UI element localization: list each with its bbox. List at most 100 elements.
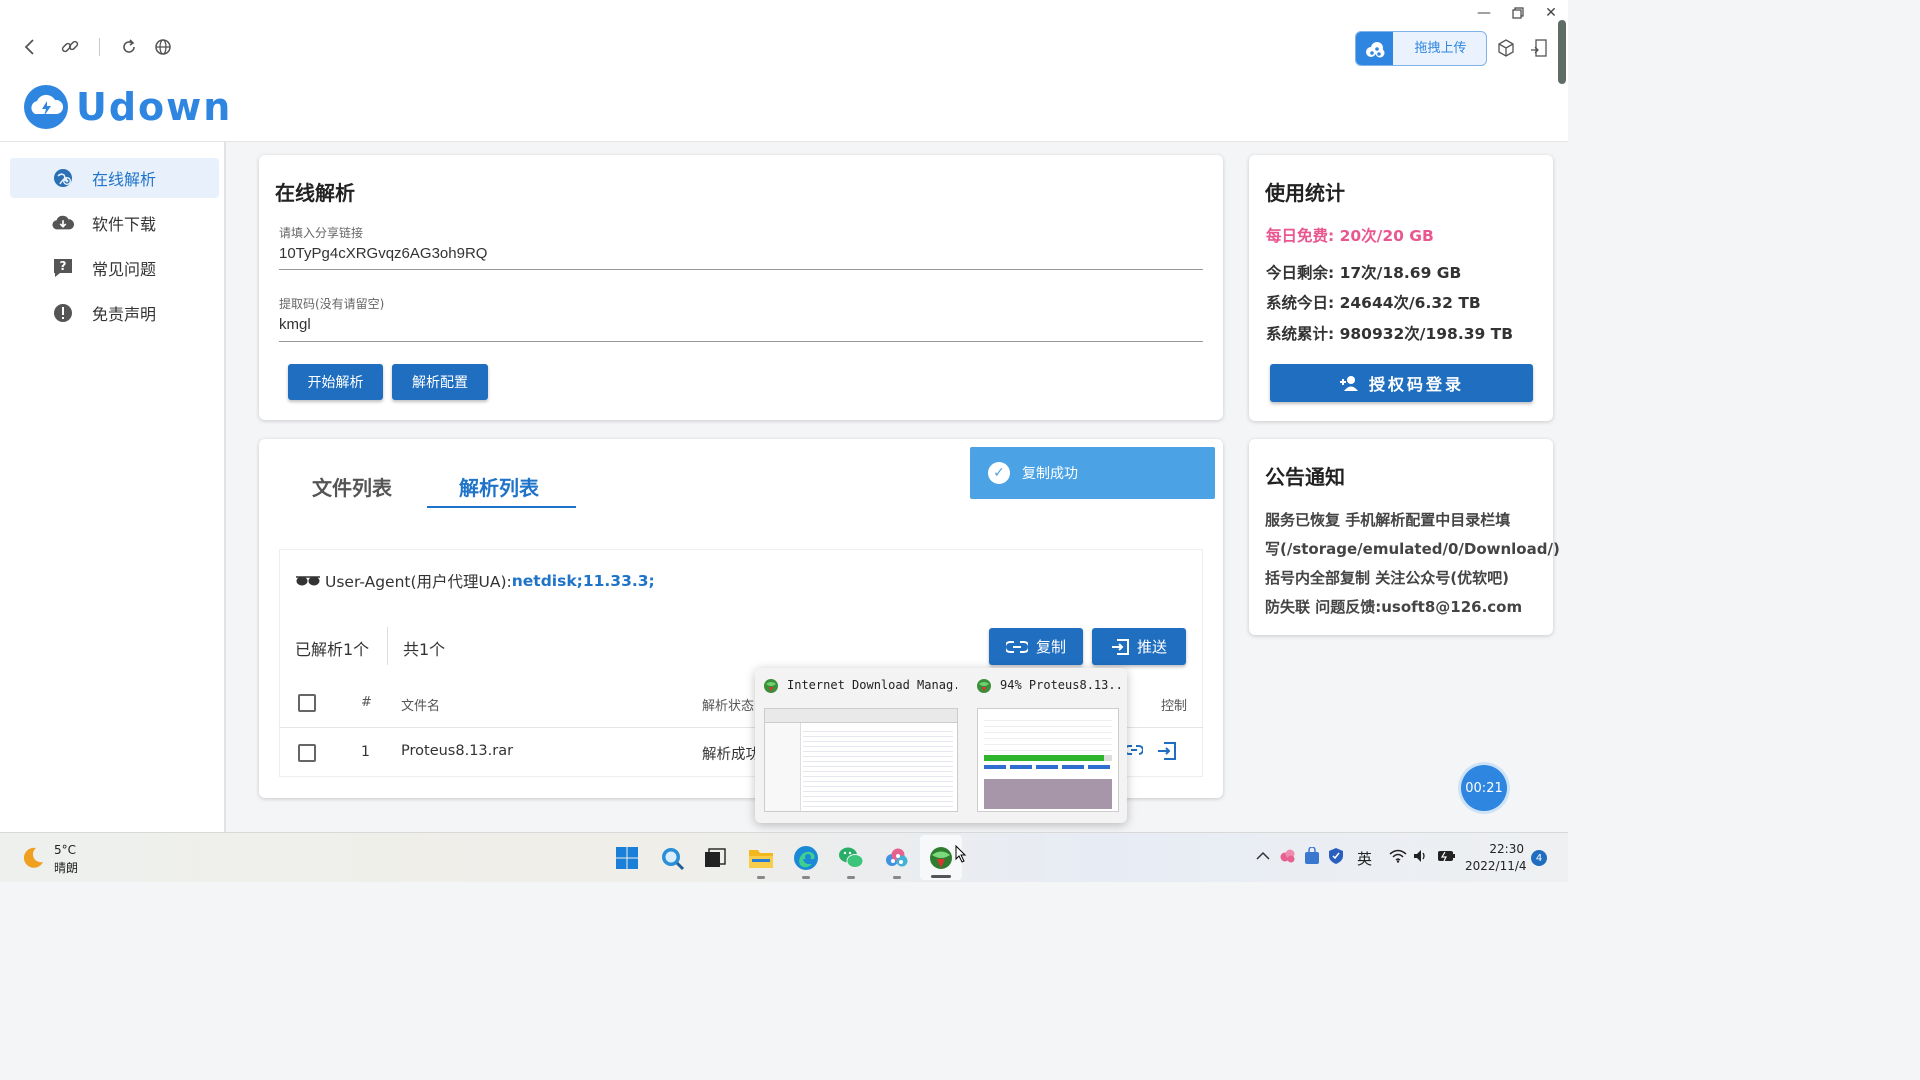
copy-success-toast: ✓ 复制成功 <box>970 447 1215 499</box>
copy-button[interactable]: 复制 <box>989 628 1083 665</box>
globe-refresh-icon <box>52 167 74 189</box>
notification-badge[interactable]: 4 <box>1531 850 1547 866</box>
exit-icon[interactable] <box>1527 36 1551 60</box>
push-icon <box>1111 638 1129 655</box>
parsed-count: 已解析1个 <box>295 640 370 659</box>
preview-window1-title[interactable]: Internet Download Manag... <box>787 678 957 692</box>
tab-parse-list[interactable]: 解析列表 <box>459 472 539 501</box>
weather-temp[interactable]: 5°C <box>54 843 76 857</box>
auth-login-button[interactable]: 授权码登录 <box>1270 364 1533 402</box>
row-push-icon[interactable] <box>1157 741 1177 765</box>
clock-time[interactable]: 22:30 <box>1470 842 1524 856</box>
file-explorer-icon[interactable] <box>748 845 774 871</box>
restore-icon[interactable] <box>1506 2 1530 24</box>
windows-start-icon[interactable] <box>614 845 640 871</box>
thumb-connections <box>984 779 1112 809</box>
check-icon: ✓ <box>988 462 1010 484</box>
tray-app-icon[interactable] <box>1279 847 1297 869</box>
push-button[interactable]: 推送 <box>1092 628 1186 665</box>
sidebar-item-faq[interactable]: ? 常见问题 <box>10 248 219 288</box>
system-today-text: 系统今日: 24644次/6.32 TB <box>1266 294 1481 312</box>
globe-icon[interactable] <box>151 35 175 59</box>
idm-icon <box>976 678 992 694</box>
sidebar-item-label: 软件下载 <box>92 215 157 234</box>
active-tab-indicator <box>427 506 576 508</box>
sidebar-item-online-parse[interactable]: 在线解析 <box>10 158 219 198</box>
notice-line: 防失联 问题反馈:usoft8@126.com <box>1265 598 1523 616</box>
idm-icon <box>763 678 779 694</box>
share-link-input[interactable] <box>279 242 1199 264</box>
wifi-icon[interactable] <box>1389 849 1407 867</box>
udown-taskbar-icon[interactable] <box>884 845 910 871</box>
task-view-icon[interactable] <box>702 845 728 871</box>
question-icon: ? <box>52 257 74 279</box>
notice-card: 公告通知 服务已恢复 手机解析配置中目录栏填 写(/storage/emulat… <box>1249 439 1560 635</box>
daily-free-text: 每日免费: 20次/20 GB <box>1266 227 1434 245</box>
idm-icon <box>928 845 954 875</box>
logo: Udown <box>22 82 232 132</box>
sidebar-item-software-download[interactable]: 软件下载 <box>10 203 219 243</box>
count-divider <box>387 627 388 665</box>
download-progress-thumbnail[interactable] <box>977 708 1119 812</box>
parse-config-button[interactable]: 解析配置 <box>392 364 488 400</box>
ime-indicator[interactable]: 英 <box>1357 848 1372 869</box>
column-filename: 文件名 <box>401 699 441 714</box>
chevron-up-icon[interactable] <box>1256 850 1270 865</box>
today-remaining-text: 今日剩余: 17次/18.69 GB <box>1266 264 1462 282</box>
auth-login-label: 授权码登录 <box>1368 375 1464 394</box>
sidebar: 在线解析 软件下载 ? 常见问题 免责声明 <box>0 142 226 832</box>
timer-badge[interactable]: 00:21 <box>1461 765 1507 811</box>
notice-line: 服务已恢复 手机解析配置中目录栏填 <box>1265 511 1511 529</box>
preview-window2-title[interactable]: 94% Proteus8.13... <box>1000 678 1122 692</box>
thumb-list <box>803 727 953 807</box>
system-total-text: 系统累计: 980932次/198.39 TB <box>1266 325 1514 343</box>
back-icon[interactable] <box>18 35 42 59</box>
toast-text: 复制成功 <box>1022 466 1078 482</box>
wechat-icon[interactable] <box>838 845 864 871</box>
volume-icon[interactable] <box>1413 849 1429 867</box>
column-control: 控制 <box>1161 699 1188 714</box>
search-icon[interactable] <box>659 845 685 871</box>
ua-value[interactable]: netdisk;11.33.3; <box>512 572 655 590</box>
weather-desc[interactable]: 晴朗 <box>54 859 78 876</box>
row-checkbox[interactable] <box>298 744 316 762</box>
edge-icon[interactable] <box>793 845 819 871</box>
ua-label: User-Agent(用户代理UA): <box>325 573 512 591</box>
notice-text: 服务已恢复 手机解析配置中目录栏填 写(/storage/emulated/0/… <box>1265 506 1560 622</box>
thumb-toolbar <box>765 709 957 723</box>
extract-code-input[interactable] <box>279 313 1199 335</box>
idm-window-thumbnail[interactable] <box>764 708 958 812</box>
row-status: 解析成功 <box>702 747 760 763</box>
battery-icon[interactable] <box>1437 849 1457 867</box>
select-all-checkbox[interactable] <box>298 694 316 712</box>
scrollbar[interactable] <box>1558 20 1566 84</box>
logo-cloud-icon <box>24 85 68 129</box>
link-field-label: 请填入分享链接 <box>279 226 364 240</box>
column-status: 解析状态 <box>702 699 755 714</box>
refresh-icon[interactable] <box>117 35 141 59</box>
code-field-underline <box>279 341 1203 342</box>
row-copy-link-icon[interactable] <box>1124 742 1144 764</box>
upload-button[interactable]: 拖拽上传 <box>1355 31 1487 66</box>
minimize-icon[interactable]: — <box>1472 2 1496 24</box>
cube-icon[interactable] <box>1494 36 1518 60</box>
shield-icon[interactable] <box>1328 847 1344 869</box>
notice-card-title: 公告通知 <box>1265 465 1345 489</box>
code-field-label: 提取码(没有请留空) <box>279 297 385 311</box>
tray-bag-icon[interactable] <box>1304 846 1320 869</box>
moon-icon[interactable] <box>20 845 46 871</box>
taskbar: 5°C 晴朗 英 22:30 2022/11/4 4 <box>0 832 1568 882</box>
tab-file-list[interactable]: 文件列表 <box>312 472 392 501</box>
running-indicator <box>847 876 855 879</box>
link-copy-icon <box>1005 640 1028 653</box>
start-parse-button[interactable]: 开始解析 <box>288 364 383 400</box>
svg-text:?: ? <box>60 259 67 273</box>
clock-date[interactable]: 2022/11/4 <box>1465 859 1527 873</box>
sidebar-item-disclaimer[interactable]: 免责声明 <box>10 293 219 333</box>
column-index: # <box>361 695 372 710</box>
notice-line: 括号内全部复制 关注公众号(优软吧) <box>1265 569 1509 587</box>
app-header: — ✕ 拖拽上传 Udown <box>0 0 1568 142</box>
user-add-icon <box>1339 376 1358 391</box>
copy-label: 复制 <box>1035 638 1066 656</box>
link-icon[interactable] <box>58 35 82 59</box>
